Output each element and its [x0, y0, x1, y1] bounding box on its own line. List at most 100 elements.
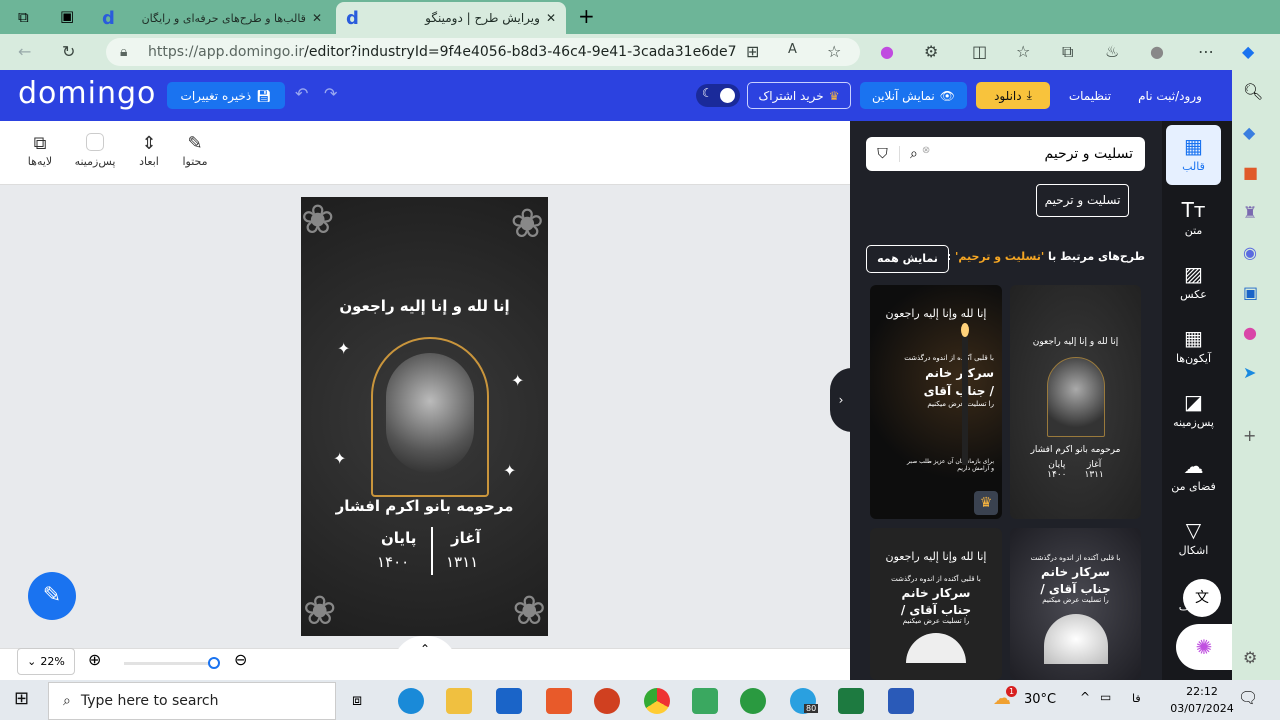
magic-wand-button[interactable]: ✎ — [28, 572, 76, 620]
refresh-icon[interactable]: ↻ — [62, 42, 75, 61]
collections-icon[interactable]: ⧉ — [1062, 42, 1073, 62]
deceased-name[interactable]: مرحومه بانو اکرم افشار — [301, 497, 548, 515]
temperature[interactable]: 30°C — [1024, 692, 1056, 707]
clock[interactable]: 22:12 03/07/2024 — [1160, 683, 1244, 717]
template-thumb[interactable]: با قلبی آکنده از اندوه درگذشت سرکار خانم… — [1010, 528, 1141, 680]
rail-item-templates[interactable]: ▦ قالب — [1166, 134, 1221, 173]
collapse-panel-button[interactable]: › — [830, 368, 852, 432]
games-icon[interactable]: ♜ — [1243, 203, 1257, 222]
favorites-icon[interactable]: ☆ — [1016, 42, 1030, 61]
redo-icon[interactable]: ↷ — [324, 84, 337, 103]
end-label[interactable]: پایان — [381, 529, 416, 547]
tag-chip[interactable]: تسلیت و ترحیم — [1036, 184, 1129, 217]
app-globe-icon[interactable] — [740, 688, 766, 714]
zoom-in-icon[interactable]: ⊕ — [88, 650, 101, 669]
copilot-ext-icon[interactable]: ● — [880, 42, 894, 61]
buy-subscription-button[interactable]: ♛ خرید اشتراک — [747, 82, 851, 109]
battery-icon[interactable]: ▭ — [1100, 690, 1111, 704]
undo-icon[interactable]: ↶ — [295, 84, 308, 103]
apps-icon[interactable]: ⊞ — [746, 42, 759, 61]
clear-search-icon[interactable]: ⊗ — [922, 145, 930, 156]
tab-templates[interactable]: d قالب‌ها و طرح‌های حرفه‌ای و رایگان ✕ — [92, 2, 332, 34]
login-register-link[interactable]: ورود/ثبت نام — [1130, 82, 1210, 109]
rail-item-icons[interactable]: ▦ آیکون‌ها — [1166, 326, 1221, 365]
filter-icon[interactable]: ⛉ — [866, 146, 900, 162]
zoom-slider-handle[interactable] — [208, 657, 220, 669]
notifications-icon[interactable]: 🗨︎ — [1238, 688, 1258, 707]
zoom-out-icon[interactable]: ⊖ — [234, 650, 247, 669]
zoom-select[interactable]: ⌄ 22% — [17, 648, 75, 675]
rail-item-my-space[interactable]: ☁ فضای من — [1166, 454, 1221, 493]
dimensions-tool[interactable]: ⇕ ابعاد — [124, 133, 174, 168]
translate-button[interactable]: 文 — [1183, 579, 1221, 617]
search-input[interactable] — [930, 146, 1145, 162]
show-hidden-icons-icon[interactable]: ^ — [1080, 690, 1090, 704]
online-preview-button[interactable]: 👁︎ نمایش آنلاین — [860, 82, 967, 109]
search-icon[interactable]: ⌕ — [910, 146, 918, 162]
template-thumb[interactable]: إنا لله و إنا إليه راجعون مرحومه بانو اک… — [1010, 285, 1141, 519]
app-p-icon[interactable] — [594, 688, 620, 714]
layers-tool[interactable]: ⧉ لایه‌ها — [15, 133, 65, 168]
file-explorer-icon[interactable] — [446, 688, 472, 714]
task-view-icon[interactable]: ⧈ — [352, 690, 362, 710]
word-icon[interactable] — [888, 688, 914, 714]
rail-item-background[interactable]: ◪ پس‌زمینه — [1166, 390, 1221, 429]
telegram-icon[interactable]: 80 — [790, 688, 819, 714]
shopping-tag-icon[interactable]: ◆ — [1243, 123, 1255, 142]
download-button[interactable]: ⤓ دانلود — [976, 82, 1050, 109]
rail-item-text[interactable]: Tт متن — [1166, 198, 1221, 237]
settings-link[interactable]: تنظیمات — [1060, 82, 1120, 109]
close-tab-icon[interactable]: ✕ — [546, 11, 556, 25]
show-all-button[interactable]: نمایش همه — [866, 245, 949, 273]
copilot-icon[interactable]: ◆ — [1242, 42, 1254, 61]
background-tool[interactable]: پس‌زمینه — [70, 133, 120, 168]
tab-editor[interactable]: d ویرایش طرح | دومینگو ✕ — [336, 2, 566, 34]
app-green-icon[interactable] — [692, 688, 718, 714]
language-indicator[interactable]: فا — [1132, 692, 1141, 705]
tools-icon[interactable]: ■ — [1243, 163, 1258, 182]
new-tab-icon[interactable]: + — [578, 4, 595, 28]
domingo-logo[interactable]: domingo — [18, 76, 156, 111]
edge-taskbar-icon[interactable] — [398, 688, 424, 714]
sidebar-settings-icon[interactable]: ⚙ — [1243, 648, 1257, 667]
app-c-icon[interactable] — [546, 688, 572, 714]
resize-icon: ⇕ — [141, 133, 157, 154]
end-year[interactable]: ۱۴۰۰ — [377, 553, 409, 571]
tab-actions-icon[interactable]: ▣ — [60, 7, 74, 25]
theme-toggle[interactable]: ☾ — [696, 84, 740, 107]
template-thumb[interactable]: إنا لله وإنا إليه راجعون با قلبی آکنده ا… — [870, 528, 1002, 680]
outlook-icon[interactable]: ▣ — [1243, 283, 1258, 302]
send-icon[interactable]: ➤ — [1243, 363, 1256, 382]
chrome-icon[interactable] — [644, 688, 670, 714]
windows-start-icon[interactable]: ⊞ — [14, 688, 29, 709]
favorite-star-icon[interactable]: ☆ — [827, 42, 841, 61]
performance-icon[interactable]: ♨ — [1105, 42, 1119, 61]
start-label[interactable]: آغاز — [451, 529, 481, 547]
store-icon[interactable] — [496, 688, 522, 714]
start-year[interactable]: ۱۳۱۱ — [446, 553, 478, 571]
add-icon[interactable]: + — [1243, 426, 1256, 445]
design-canvas[interactable]: ❀ ❀ ❀ ❀ إنا لله و إنا إليه راجعون ✦ ✦ ✦ … — [301, 197, 548, 636]
taskbar-search[interactable]: ⌕ Type here to search — [48, 682, 336, 720]
verse-text[interactable]: إنا لله و إنا إليه راجعون — [301, 297, 548, 315]
split-screen-icon[interactable]: ◫ — [972, 42, 987, 61]
m365-icon[interactable]: ◉ — [1243, 243, 1257, 262]
close-tab-icon[interactable]: ✕ — [312, 11, 322, 25]
read-aloud-icon[interactable]: A — [788, 42, 797, 57]
profile-avatar[interactable]: ● — [1150, 42, 1164, 61]
content-tool[interactable]: ✎ محتوا — [170, 133, 220, 168]
rail-item-photo[interactable]: ▨ عکس — [1166, 262, 1221, 301]
excel-icon[interactable] — [838, 688, 864, 714]
zoom-slider[interactable] — [124, 657, 220, 669]
template-thumb[interactable]: إنا لله وإنا إليه راجعون با قلبی آکنده ا… — [870, 285, 1002, 519]
extensions-icon[interactable]: ⚙︎ — [924, 42, 938, 61]
more-menu-icon[interactable]: ⋯ — [1198, 42, 1214, 61]
rail-item-shapes[interactable]: ▽ اشکال — [1166, 518, 1221, 557]
designer-icon[interactable]: ● — [1243, 323, 1257, 342]
back-icon[interactable]: ← — [18, 42, 31, 61]
save-button[interactable]: 💾︎ ذخیره تغییرات — [167, 82, 285, 109]
search-icon[interactable]: 🔍︎ — [1243, 82, 1263, 101]
photo-frame[interactable] — [371, 337, 489, 497]
ai-brain-button[interactable]: ✺ — [1176, 624, 1232, 670]
workspaces-icon[interactable]: ⧉ — [18, 8, 29, 26]
